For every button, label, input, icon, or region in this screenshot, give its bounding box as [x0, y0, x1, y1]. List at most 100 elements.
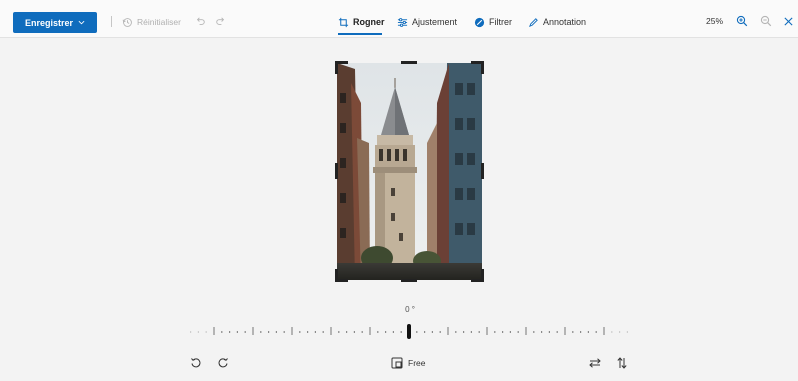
- dial-minor-tick: [322, 331, 324, 333]
- dial-minor-tick: [431, 331, 433, 333]
- dial-minor-tick: [533, 331, 535, 333]
- dial-minor-tick: [275, 331, 277, 333]
- aspect-ratio-label: Free: [408, 358, 426, 368]
- zoom-out-button[interactable]: [758, 13, 774, 29]
- flip-vertical-icon: [617, 357, 627, 369]
- tab-crop-label: Rogner: [353, 17, 385, 27]
- dial-minor-tick: [416, 331, 418, 333]
- zoom-in-button[interactable]: [734, 13, 750, 29]
- toolbar-divider: [111, 16, 112, 27]
- zoom-in-icon: [736, 15, 748, 27]
- close-icon: [783, 16, 793, 26]
- dial-minor-tick: [611, 331, 613, 333]
- dial-minor-tick: [439, 331, 441, 333]
- tab-filter-label: Filtrer: [489, 17, 512, 27]
- reset-icon: [122, 17, 132, 27]
- dial-major-tick: [291, 327, 293, 335]
- dial-minor-tick: [314, 331, 316, 333]
- straighten-knob[interactable]: [407, 324, 411, 339]
- pen-icon: [529, 17, 538, 27]
- dial-minor-tick: [470, 331, 472, 333]
- photo-canvas[interactable]: [337, 63, 482, 280]
- dial-minor-tick: [205, 331, 207, 333]
- tab-filter[interactable]: Filtrer: [474, 10, 512, 34]
- dial-minor-tick: [587, 331, 589, 333]
- dial-minor-tick: [385, 331, 387, 333]
- dial-minor-tick: [392, 331, 394, 333]
- close-button[interactable]: [780, 13, 796, 29]
- dial-major-tick: [603, 327, 605, 335]
- dial-minor-tick: [346, 331, 348, 333]
- redo-icon: [215, 17, 224, 25]
- redo-button[interactable]: [212, 13, 228, 29]
- undo-button[interactable]: [192, 13, 208, 29]
- dial-minor-tick: [221, 331, 223, 333]
- aspect-ratio-button[interactable]: Free: [391, 355, 425, 371]
- dial-major-tick: [369, 327, 371, 335]
- dial-minor-tick: [455, 331, 457, 333]
- dial-minor-tick: [197, 331, 199, 333]
- dial-major-tick: [330, 327, 332, 335]
- dial-minor-tick: [626, 331, 628, 333]
- crop-handle-bottom[interactable]: [401, 279, 417, 282]
- tab-adjust[interactable]: Ajustement: [397, 10, 457, 34]
- dial-minor-tick: [517, 331, 519, 333]
- dial-major-tick: [564, 327, 566, 335]
- zoom-level: 25%: [706, 16, 724, 26]
- dial-major-tick: [447, 327, 449, 335]
- save-button[interactable]: Enregistrer: [13, 12, 97, 33]
- tab-annotation[interactable]: Annotation: [528, 10, 586, 34]
- rotation-angle: 0 °: [405, 305, 415, 314]
- dial-minor-tick: [572, 331, 574, 333]
- dial-minor-tick: [361, 331, 363, 333]
- flip-horizontal-button[interactable]: [589, 355, 601, 371]
- crop-handle-bottom-left-vertical[interactable]: [335, 269, 338, 282]
- reset-label: Réinitialiser: [137, 17, 181, 27]
- rotate-right-button[interactable]: [217, 355, 229, 371]
- dial-minor-tick: [353, 331, 355, 333]
- crop-handle-left[interactable]: [335, 163, 338, 179]
- flip-vertical-button[interactable]: [616, 355, 628, 371]
- dial-minor-tick: [229, 331, 231, 333]
- filter-icon: [474, 17, 485, 27]
- dial-minor-tick: [541, 331, 543, 333]
- dial-minor-tick: [556, 331, 558, 333]
- straighten-scale: [190, 324, 628, 339]
- dial-minor-tick: [619, 331, 621, 333]
- chevron-down-icon: [78, 20, 85, 25]
- dial-minor-tick: [548, 331, 550, 333]
- dial-minor-tick: [299, 331, 301, 333]
- top-toolbar: Enregistrer Réinitialiser Rogner Ajustem…: [0, 0, 798, 38]
- straighten-slider[interactable]: [186, 322, 632, 342]
- dial-minor-tick: [377, 331, 379, 333]
- dial-minor-tick: [494, 331, 496, 333]
- dial-major-tick: [525, 327, 527, 335]
- dial-minor-tick: [463, 331, 465, 333]
- aspect-ratio-icon: [391, 357, 403, 369]
- active-tab-indicator: [338, 33, 382, 35]
- dial-minor-tick: [283, 331, 285, 333]
- tower-photo: [337, 63, 482, 280]
- crop-handle-right[interactable]: [481, 163, 484, 179]
- crop-handle-top-left-vertical[interactable]: [335, 61, 338, 74]
- dial-minor-tick: [307, 331, 309, 333]
- tab-crop[interactable]: Rogner: [338, 10, 385, 34]
- rotate-left-button[interactable]: [190, 355, 202, 371]
- rotate-right-icon: [218, 358, 228, 368]
- zoom-out-icon: [760, 15, 772, 27]
- dial-minor-tick: [478, 331, 480, 333]
- crop-handle-top[interactable]: [401, 61, 417, 64]
- dial-major-tick: [252, 327, 254, 335]
- dial-minor-tick: [190, 331, 192, 333]
- undo-icon: [196, 17, 205, 25]
- flip-horizontal-icon: [589, 358, 601, 368]
- dial-minor-tick: [236, 331, 238, 333]
- rotate-left-icon: [191, 358, 201, 368]
- save-button-label: Enregistrer: [24, 17, 74, 28]
- dial-minor-tick: [580, 331, 582, 333]
- reset-button[interactable]: Réinitialiser: [122, 14, 181, 30]
- dial-minor-tick: [338, 331, 340, 333]
- crop-handle-bottom-right-vertical[interactable]: [481, 269, 484, 282]
- dial-minor-tick: [424, 331, 426, 333]
- crop-handle-top-right-vertical[interactable]: [481, 61, 484, 74]
